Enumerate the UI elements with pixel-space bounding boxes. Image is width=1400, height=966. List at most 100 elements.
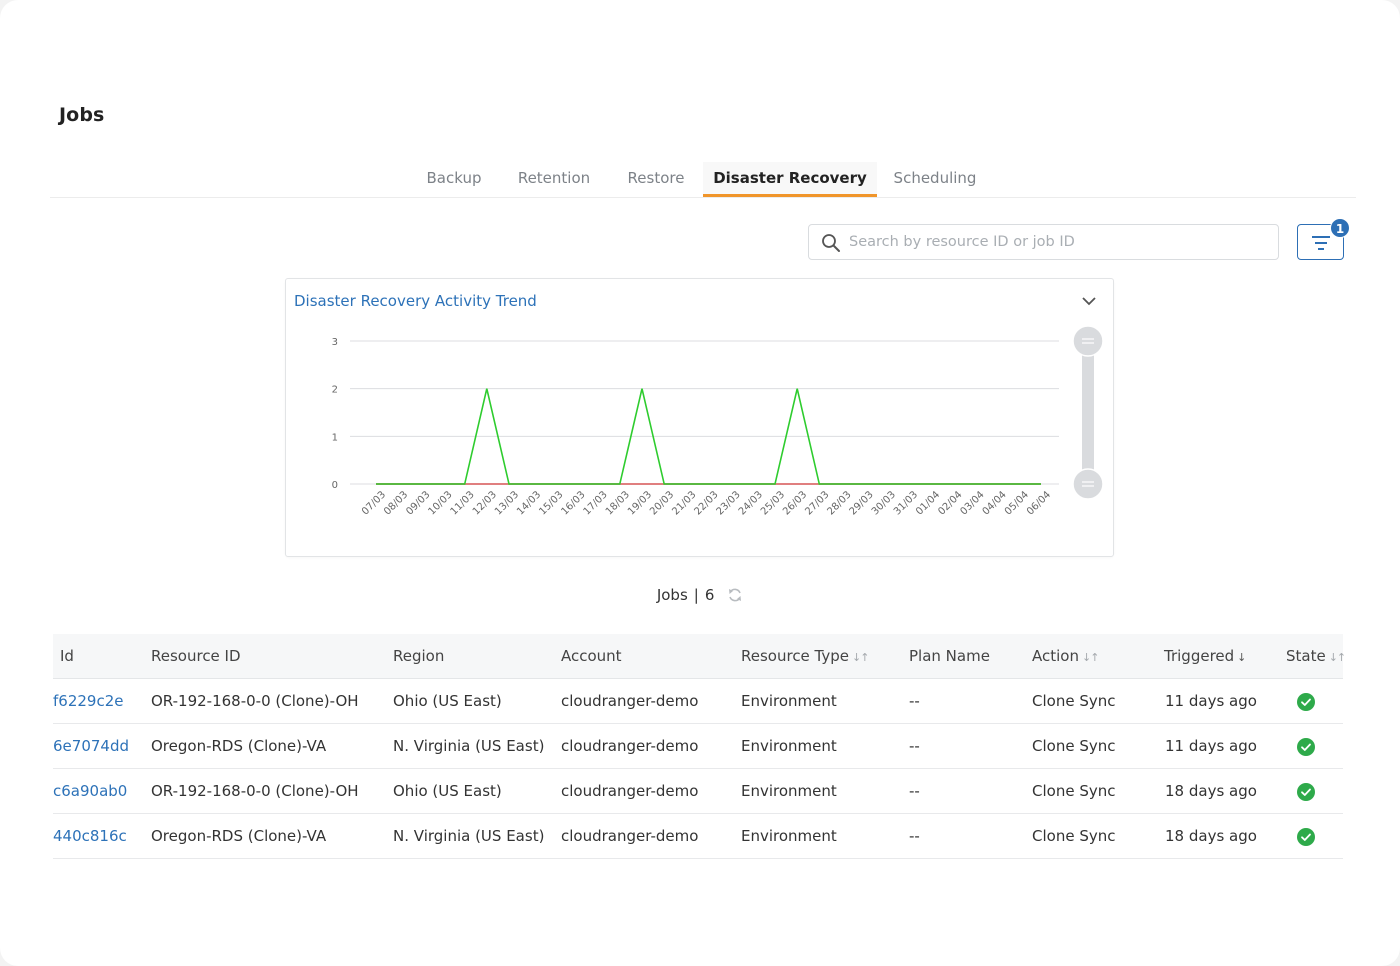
- job-type-tabs: Backup Retention Restore Disaster Recove…: [50, 162, 1356, 198]
- cell-action: Clone Sync: [1032, 782, 1116, 800]
- app-window: Jobs Backup Retention Restore Disaster R…: [0, 0, 1400, 966]
- x-tick-label: 14/03: [515, 489, 543, 517]
- table-row: c6a90ab0 OR-192-168-0-0 (Clone)-OH Ohio (U…: [53, 769, 1343, 814]
- job-id-link[interactable]: f6229c2e: [53, 679, 123, 723]
- column-header-triggered[interactable]: Triggered ↓: [1164, 634, 1246, 679]
- jobs-count-label: Jobs: [656, 586, 688, 604]
- column-header-resource-id: Resource ID: [151, 634, 241, 679]
- table-row: f6229c2e OR-192-168-0-0 (Clone)-OH Ohio (U…: [53, 679, 1343, 724]
- job-id-link[interactable]: c6a90ab0: [53, 769, 127, 813]
- cell-region: Ohio (US East): [393, 782, 502, 800]
- x-tick-label: 11/03: [449, 489, 477, 517]
- success-check-icon: [1297, 693, 1315, 711]
- x-tick-label: 02/04: [936, 489, 964, 517]
- cell-account: cloudranger-demo: [561, 827, 699, 845]
- tab-backup[interactable]: Backup: [417, 162, 491, 197]
- sort-icon[interactable]: ↓↑: [1329, 651, 1346, 664]
- tab-scheduling[interactable]: Scheduling: [886, 162, 984, 197]
- chart-title: Disaster Recovery Activity Trend: [294, 292, 537, 310]
- x-tick-label: 10/03: [426, 489, 454, 517]
- cell-plan-name: --: [909, 737, 920, 755]
- x-tick-label: 30/03: [870, 489, 898, 517]
- refresh-icon[interactable]: [727, 587, 743, 603]
- column-header-state[interactable]: State ↓↑: [1286, 634, 1346, 679]
- x-tick-label: 16/03: [559, 489, 587, 517]
- activity-trend-chart: 012307/0308/0309/0310/0311/0312/0313/031…: [332, 325, 1104, 518]
- cell-resource-id: OR-192-168-0-0 (Clone)-OH: [151, 692, 359, 710]
- filter-icon: [1312, 236, 1330, 250]
- job-id-link[interactable]: 440c816c: [53, 814, 127, 858]
- column-header-label: Action: [1032, 647, 1079, 665]
- cell-region: N. Virginia (US East): [393, 737, 545, 755]
- x-tick-label: 12/03: [471, 489, 499, 517]
- column-header-plan-name: Plan Name: [909, 634, 990, 679]
- table-row: 440c816c Oregon-RDS (Clone)-VA N. Virginia…: [53, 814, 1343, 859]
- y-tick-label: 3: [332, 337, 338, 348]
- cell-triggered: 18 days ago: [1165, 782, 1257, 800]
- x-tick-label: 18/03: [604, 489, 632, 517]
- x-tick-label: 08/03: [382, 489, 410, 517]
- x-tick-label: 13/03: [493, 489, 521, 517]
- cell-resource-type: Environment: [741, 782, 837, 800]
- success-check-icon: [1297, 738, 1315, 756]
- cell-resource-id: Oregon-RDS (Clone)-VA: [151, 827, 327, 845]
- y-tick-label: 0: [332, 480, 338, 491]
- cell-resource-id: OR-192-168-0-0 (Clone)-OH: [151, 782, 359, 800]
- x-tick-label: 26/03: [781, 489, 809, 517]
- column-header-label: State: [1286, 647, 1326, 665]
- success-check-icon: [1297, 783, 1315, 801]
- page-title: Jobs: [59, 104, 105, 126]
- tab-disaster-recovery[interactable]: Disaster Recovery: [703, 162, 877, 197]
- cell-triggered: 18 days ago: [1165, 827, 1257, 845]
- x-tick-label: 19/03: [626, 489, 654, 517]
- table-body: f6229c2e OR-192-168-0-0 (Clone)-OH Ohio (U…: [53, 679, 1343, 859]
- cell-region: N. Virginia (US East): [393, 827, 545, 845]
- column-header-region: Region: [393, 634, 444, 679]
- cell-plan-name: --: [909, 782, 920, 800]
- tab-restore[interactable]: Restore: [619, 162, 693, 197]
- cell-plan-name: --: [909, 827, 920, 845]
- jobs-count-summary: Jobs | 6: [0, 586, 1400, 604]
- column-header-id: Id: [60, 634, 74, 679]
- cell-resource-id: Oregon-RDS (Clone)-VA: [151, 737, 327, 755]
- sort-descending-icon[interactable]: ↓: [1237, 651, 1246, 664]
- tab-retention[interactable]: Retention: [508, 162, 600, 197]
- search-input[interactable]: [849, 225, 1269, 259]
- x-tick-label: 23/03: [715, 489, 743, 517]
- cell-resource-type: Environment: [741, 737, 837, 755]
- filter-count-badge: 1: [1330, 218, 1350, 238]
- x-tick-label: 06/04: [1025, 489, 1053, 517]
- activity-trend-chart-card: 0 1 2 3 07/03 08/03 09/03 10/03 11/03 12/03 13/03 1…: [285, 278, 1114, 557]
- job-id-link[interactable]: 6e7074dd: [53, 724, 129, 768]
- range-slider-bottom-handle[interactable]: [1072, 468, 1104, 500]
- x-tick-label: 22/03: [692, 489, 720, 517]
- x-tick-label: 01/04: [914, 489, 942, 517]
- x-tick-label: 17/03: [582, 489, 610, 517]
- cell-triggered: 11 days ago: [1165, 692, 1257, 710]
- search-icon: [822, 234, 840, 252]
- column-header-label: Account: [561, 647, 622, 665]
- column-header-resource-type[interactable]: Resource Type ↓↑: [741, 634, 869, 679]
- range-slider-top-handle[interactable]: [1072, 325, 1104, 357]
- jobs-table: Id Resource ID Region Account Resource Type ↓…: [53, 634, 1346, 859]
- cell-account: cloudranger-demo: [561, 737, 699, 755]
- column-header-label: Resource ID: [151, 647, 241, 665]
- cell-account: cloudranger-demo: [561, 692, 699, 710]
- sort-icon[interactable]: ↓↑: [852, 651, 869, 664]
- chevron-down-icon[interactable]: [1081, 295, 1097, 307]
- cell-action: Clone Sync: [1032, 737, 1116, 755]
- x-tick-label: 05/04: [1003, 489, 1031, 517]
- success-check-icon: [1297, 828, 1315, 846]
- table-row: 6e7074dd Oregon-RDS (Clone)-VA N. Virginia…: [53, 724, 1343, 769]
- sort-icon[interactable]: ↓↑: [1082, 651, 1099, 664]
- x-tick-label: 29/03: [848, 489, 876, 517]
- x-tick-label: 21/03: [670, 489, 698, 517]
- cell-region: Ohio (US East): [393, 692, 502, 710]
- column-header-label: Plan Name: [909, 647, 990, 665]
- cell-account: cloudranger-demo: [561, 782, 699, 800]
- x-tick-label: 07/03: [360, 489, 388, 517]
- x-tick-label: 31/03: [892, 489, 920, 517]
- column-header-action[interactable]: Action ↓↑: [1032, 634, 1099, 679]
- column-header-label: Resource Type: [741, 647, 850, 665]
- column-header-label: Region: [393, 647, 445, 665]
